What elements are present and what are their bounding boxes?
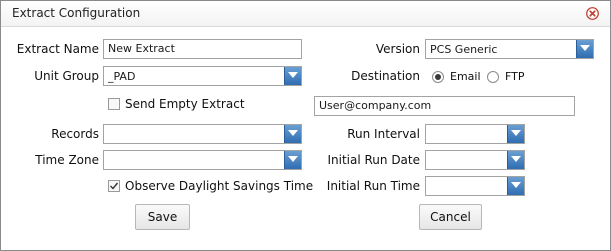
- observe-dst-checkbox[interactable]: [108, 180, 120, 192]
- chevron-down-icon[interactable]: [284, 125, 301, 143]
- chevron-down-icon[interactable]: [284, 151, 301, 169]
- version-select[interactable]: PCS Generic: [425, 39, 594, 59]
- unit-group-label: Unit Group: [34, 69, 99, 83]
- extract-name-input[interactable]: New Extract: [103, 39, 302, 59]
- save-button[interactable]: Save: [135, 204, 190, 230]
- run-interval-label: Run Interval: [347, 127, 420, 141]
- unit-group-select[interactable]: _PAD: [103, 66, 302, 86]
- destination-address-input[interactable]: User@company.com: [314, 96, 575, 116]
- close-icon[interactable]: [586, 7, 599, 20]
- records-select[interactable]: [103, 124, 302, 144]
- chevron-down-icon[interactable]: [507, 151, 524, 169]
- initial-run-time-label: Initial Run Time: [326, 179, 420, 193]
- extract-name-label: Extract Name: [16, 42, 99, 56]
- time-zone-select[interactable]: [103, 150, 302, 170]
- destination-email-radio[interactable]: [432, 71, 444, 83]
- send-empty-extract-label: Send Empty Extract: [125, 97, 245, 111]
- unit-group-value: _PAD: [108, 70, 136, 83]
- initial-run-date-select[interactable]: [425, 150, 525, 170]
- destination-email-label: Email: [450, 70, 481, 83]
- run-interval-select[interactable]: [425, 124, 525, 144]
- checkmark-icon: [110, 182, 119, 190]
- version-value: PCS Generic: [430, 43, 498, 56]
- observe-dst-label: Observe Daylight Savings Time: [125, 179, 314, 193]
- time-zone-label: Time Zone: [35, 153, 99, 167]
- chevron-down-icon[interactable]: [507, 125, 524, 143]
- extract-configuration-dialog: Extract Configuration Extract Name New E…: [0, 0, 611, 251]
- chevron-down-icon[interactable]: [576, 40, 593, 58]
- send-empty-extract-checkbox[interactable]: [108, 98, 120, 110]
- radio-selected-dot: [435, 74, 441, 80]
- chevron-down-icon[interactable]: [284, 67, 301, 85]
- initial-run-date-label: Initial Run Date: [327, 153, 420, 167]
- initial-run-time-select[interactable]: [425, 176, 525, 196]
- records-label: Records: [51, 127, 99, 141]
- destination-ftp-label: FTP: [505, 70, 525, 83]
- chevron-down-icon[interactable]: [507, 177, 524, 195]
- title-bar: Extract Configuration: [1, 1, 610, 27]
- version-label: Version: [375, 42, 420, 56]
- destination-label: Destination: [351, 69, 420, 83]
- destination-ftp-radio[interactable]: [487, 71, 499, 83]
- dialog-title: Extract Configuration: [12, 6, 141, 20]
- cancel-button[interactable]: Cancel: [419, 204, 482, 230]
